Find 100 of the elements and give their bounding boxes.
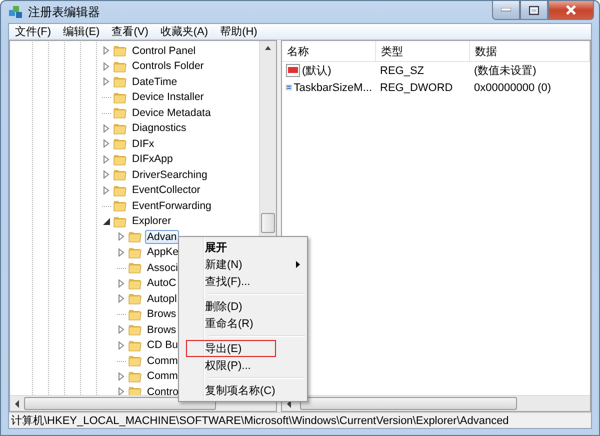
- folder-icon: [128, 230, 142, 244]
- tree-item[interactable]: Controls Folder: [130, 59, 206, 74]
- tree-item[interactable]: CD Bu: [145, 338, 180, 352]
- folder-icon: [113, 44, 127, 58]
- menu-item[interactable]: 导出(E): [186, 340, 276, 357]
- tree-item[interactable]: DIFx: [130, 136, 156, 151]
- folder-icon: [128, 276, 142, 290]
- status-path: 计算机\HKEY_LOCAL_MACHINE\SOFTWARE\Microsoft\Windows\CurrentVersion\Explorer\Advanced: [11, 414, 509, 428]
- string-value-icon: [286, 64, 300, 77]
- menu-item[interactable]: 文件(F): [9, 24, 58, 39]
- minimize-button[interactable]: [492, 1, 520, 20]
- folder-icon: [128, 308, 142, 321]
- folder-icon: [113, 75, 127, 88]
- menu-item[interactable]: 编辑(E): [57, 24, 106, 39]
- tree-item[interactable]: Brows: [145, 307, 178, 322]
- column-header[interactable]: 数据: [470, 41, 590, 62]
- menu-item[interactable]: 删除(D): [186, 298, 305, 315]
- folder-icon: [128, 354, 142, 368]
- expand-icon[interactable]: [102, 77, 111, 86]
- expand-icon[interactable]: [117, 372, 126, 381]
- tree-item[interactable]: AutoC: [145, 276, 178, 290]
- folder-icon: [128, 385, 142, 395]
- menu-item[interactable]: 权限(P)...: [186, 357, 305, 374]
- column-header[interactable]: 名称: [282, 41, 376, 62]
- menu-item[interactable]: 查看(V): [106, 24, 154, 39]
- scroll-left-icon[interactable]: [14, 400, 20, 408]
- expand-icon[interactable]: [117, 325, 126, 334]
- value-name[interactable]: (默认): [282, 63, 376, 78]
- scroll-thumb[interactable]: [261, 213, 275, 233]
- maximize-icon: [529, 6, 539, 14]
- tree-item[interactable]: DIFxApp: [130, 152, 175, 166]
- folder-icon: [128, 261, 142, 274]
- window-title: 注册表编辑器: [28, 4, 100, 20]
- expand-icon[interactable]: [102, 124, 111, 133]
- tree-item[interactable]: Diagnostics: [130, 121, 188, 136]
- tree-item[interactable]: Brows: [145, 322, 178, 337]
- folder-icon: [113, 184, 127, 197]
- menu-item[interactable]: 复制项名称(C): [186, 382, 305, 399]
- tree-item[interactable]: EventCollector: [130, 183, 202, 198]
- expand-icon[interactable]: [102, 139, 111, 148]
- expand-icon[interactable]: [117, 278, 126, 288]
- folder-icon: [128, 246, 142, 259]
- tree-item[interactable]: AppKe: [145, 245, 181, 260]
- menu-item[interactable]: 展开: [186, 239, 305, 256]
- registry-icon: [8, 4, 24, 20]
- folder-icon: [113, 168, 127, 182]
- expand-icon[interactable]: [117, 340, 126, 350]
- value-data: (数值未设置): [473, 64, 538, 78]
- folder-icon: [128, 370, 142, 383]
- close-button[interactable]: [548, 1, 594, 20]
- tree-item[interactable]: Control Panel: [130, 44, 198, 58]
- value-data: 0x00000000 (0): [473, 82, 552, 94]
- tree-item[interactable]: Device Metadata: [130, 106, 213, 120]
- folder-icon: [113, 106, 127, 120]
- folder-icon: [128, 323, 142, 336]
- tree-item[interactable]: Contro: [145, 384, 181, 395]
- close-icon: [565, 5, 577, 15]
- expand-icon[interactable]: [102, 46, 111, 56]
- menu-item[interactable]: 收藏夹(A): [154, 24, 214, 39]
- folder-icon: [128, 292, 142, 306]
- tree-item[interactable]: EventForwarding: [130, 198, 214, 213]
- menu-item[interactable]: 帮助(H): [214, 24, 264, 39]
- maximize-button[interactable]: [520, 1, 548, 20]
- scrollbar[interactable]: [282, 395, 590, 411]
- expand-icon[interactable]: [117, 294, 126, 304]
- tree-item[interactable]: DriverSearching: [130, 168, 210, 182]
- menu-item[interactable]: 新建(N): [186, 256, 305, 273]
- folder-icon: [113, 122, 127, 135]
- value-type: REG_DWORD: [379, 82, 454, 94]
- tree-item[interactable]: Advan: [145, 230, 179, 244]
- tree-item[interactable]: Comm: [145, 369, 180, 384]
- tree-item[interactable]: Autopl: [145, 292, 179, 306]
- scroll-thumb[interactable]: [300, 397, 517, 410]
- value-type: REG_SZ: [379, 64, 426, 76]
- tree-item[interactable]: Comm: [145, 354, 180, 368]
- expand-icon[interactable]: [102, 62, 111, 71]
- expand-icon[interactable]: [102, 186, 111, 195]
- folder-icon: [113, 214, 127, 228]
- expand-icon[interactable]: [102, 154, 111, 164]
- folder-icon: [113, 60, 127, 73]
- folder-icon: [113, 137, 127, 150]
- submenu-arrow-icon: [296, 261, 300, 268]
- scroll-thumb[interactable]: [24, 397, 216, 410]
- column-header[interactable]: 类型: [376, 41, 470, 62]
- folder-icon: [113, 152, 127, 166]
- tree-item[interactable]: Device Installer: [130, 90, 206, 104]
- menu-item[interactable]: 查找(F)...: [186, 273, 305, 290]
- expand-icon[interactable]: [102, 170, 111, 180]
- folder-icon: [113, 90, 127, 104]
- tree-item[interactable]: Explorer: [130, 214, 174, 228]
- tree-item[interactable]: Associ: [145, 260, 180, 275]
- menu-item[interactable]: 重命名(R): [186, 315, 305, 332]
- expand-icon[interactable]: [117, 248, 126, 257]
- value-name[interactable]: TaskbarSizeM...: [282, 81, 376, 94]
- tree-item[interactable]: DateTime: [130, 74, 180, 89]
- folder-icon: [128, 338, 142, 352]
- collapse-icon[interactable]: [102, 216, 111, 226]
- expand-icon[interactable]: [117, 232, 126, 242]
- folder-icon: [113, 199, 127, 212]
- minimize-icon: [501, 8, 511, 12]
